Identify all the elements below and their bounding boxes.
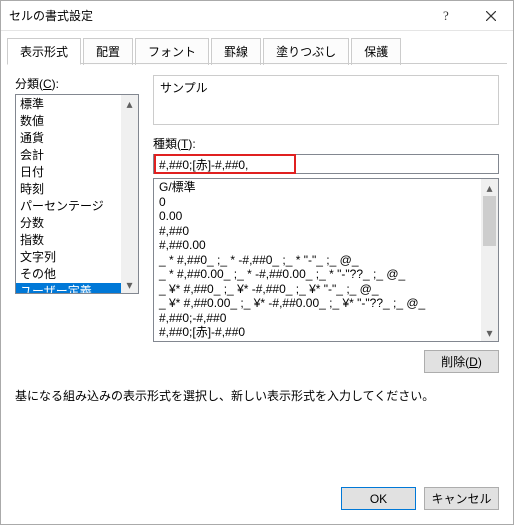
tab-1[interactable]: 配置 bbox=[83, 38, 133, 65]
list-item[interactable]: #,##0;[赤]-#,##0 bbox=[156, 325, 479, 340]
scrollbar[interactable]: ▴ ▾ bbox=[121, 95, 138, 293]
hint-text: 基になる組み込みの表示形式を選択し、新しい表示形式を入力してください。 bbox=[15, 387, 499, 404]
list-item[interactable]: ユーザー定義 bbox=[16, 283, 121, 294]
formats-listbox[interactable]: G/標準00.00#,##0#,##0.00_ * #,##0_ ;_ * -#… bbox=[153, 178, 499, 342]
tab-3[interactable]: 罫線 bbox=[211, 38, 261, 65]
tab-4[interactable]: 塗りつぶし bbox=[263, 38, 349, 65]
close-button[interactable] bbox=[468, 1, 513, 30]
list-item[interactable]: 文字列 bbox=[16, 249, 121, 266]
category-listbox[interactable]: 標準数値通貨会計日付時刻パーセンテージ分数指数文字列その他ユーザー定義 ▴ ▾ bbox=[15, 94, 139, 294]
list-item[interactable]: 数値 bbox=[16, 113, 121, 130]
list-item[interactable]: _ ¥* #,##0_ ;_ ¥* -#,##0_ ;_ ¥* "-"_ ;_ … bbox=[156, 282, 479, 297]
list-item[interactable]: その他 bbox=[16, 266, 121, 283]
svg-text:?: ? bbox=[443, 9, 449, 23]
list-item[interactable]: _ ¥* #,##0.00_ ;_ ¥* -#,##0.00_ ;_ ¥* "-… bbox=[156, 296, 479, 311]
list-item[interactable]: 標準 bbox=[16, 96, 121, 113]
tab-5[interactable]: 保護 bbox=[351, 38, 401, 65]
tab-2[interactable]: フォント bbox=[135, 38, 209, 65]
list-item[interactable]: G/標準 bbox=[156, 180, 479, 195]
list-item[interactable]: 日付 bbox=[16, 164, 121, 181]
dialog-footer: OK キャンセル bbox=[1, 477, 513, 524]
type-highlight bbox=[154, 154, 296, 174]
list-item[interactable]: 0 bbox=[156, 195, 479, 210]
category-label: 分類(C): bbox=[15, 75, 139, 92]
cancel-button[interactable]: キャンセル bbox=[424, 487, 499, 510]
list-item[interactable]: #,##0.00 bbox=[156, 238, 479, 253]
sample-box: サンプル bbox=[153, 75, 499, 125]
list-item[interactable]: パーセンテージ bbox=[16, 198, 121, 215]
type-input[interactable] bbox=[156, 156, 294, 172]
dialog-window: セルの書式設定 ? 表示形式配置フォント罫線塗りつぶし保護 分類(C): 標準数… bbox=[0, 0, 514, 525]
list-item[interactable]: 会計 bbox=[16, 147, 121, 164]
ok-button[interactable]: OK bbox=[341, 487, 416, 510]
window-title: セルの書式設定 bbox=[9, 7, 423, 24]
list-item[interactable]: #,##0;-#,##0 bbox=[156, 311, 479, 326]
list-item[interactable]: #,##0 bbox=[156, 224, 479, 239]
tab-strip: 表示形式配置フォント罫線塗りつぶし保護 bbox=[1, 31, 513, 64]
scroll-up-icon[interactable]: ▴ bbox=[121, 95, 138, 112]
scroll-down-icon[interactable]: ▾ bbox=[481, 324, 498, 341]
type-label: 種類(T): bbox=[153, 135, 499, 152]
tab-0[interactable]: 表示形式 bbox=[7, 38, 81, 65]
list-item[interactable]: 分数 bbox=[16, 215, 121, 232]
scroll-down-icon[interactable]: ▾ bbox=[121, 276, 138, 293]
sample-label: サンプル bbox=[160, 79, 492, 96]
scroll-up-icon[interactable]: ▴ bbox=[481, 179, 498, 196]
list-item[interactable]: 0.00 bbox=[156, 209, 479, 224]
type-input-row bbox=[153, 154, 499, 174]
list-item[interactable]: _ * #,##0_ ;_ * -#,##0_ ;_ * "-"_ ;_ @_ bbox=[156, 253, 479, 268]
list-item[interactable]: 指数 bbox=[16, 232, 121, 249]
list-item[interactable]: _ * #,##0.00_ ;_ * -#,##0.00_ ;_ * "-"??… bbox=[156, 267, 479, 282]
list-item[interactable]: 通貨 bbox=[16, 130, 121, 147]
scroll-thumb[interactable] bbox=[483, 196, 496, 246]
list-item[interactable]: 時刻 bbox=[16, 181, 121, 198]
delete-button[interactable]: 削除(D) bbox=[424, 350, 499, 373]
help-button[interactable]: ? bbox=[423, 1, 468, 30]
titlebar: セルの書式設定 ? bbox=[1, 1, 513, 31]
scrollbar[interactable]: ▴ ▾ bbox=[481, 179, 498, 341]
